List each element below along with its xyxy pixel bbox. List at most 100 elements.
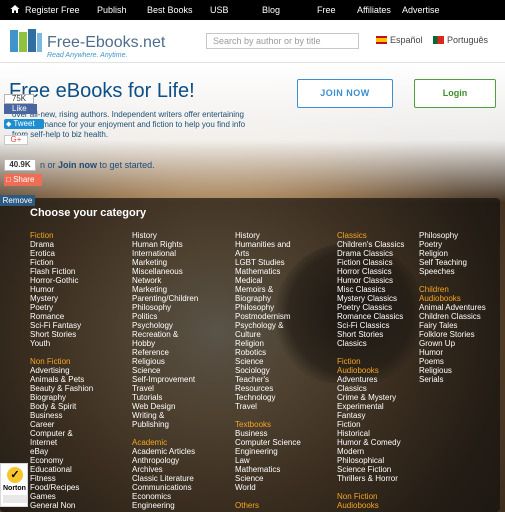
category-heading[interactable]: Textbooks bbox=[235, 420, 335, 429]
category-link[interactable]: Advertising bbox=[30, 366, 130, 375]
category-link[interactable]: Teacher's bbox=[235, 375, 335, 384]
category-link[interactable]: Business bbox=[30, 411, 130, 420]
category-link[interactable]: Humor & Comedy bbox=[337, 438, 437, 447]
category-link[interactable]: Internet bbox=[30, 438, 130, 447]
join-now-link[interactable]: Join now bbox=[58, 160, 97, 170]
category-link[interactable]: Computer Science bbox=[235, 438, 335, 447]
category-link[interactable]: Grown Up bbox=[419, 339, 505, 348]
category-link[interactable]: Games bbox=[30, 492, 130, 501]
category-link[interactable]: Thrillers & Horror bbox=[337, 474, 437, 483]
category-heading[interactable]: Non Fiction bbox=[337, 492, 437, 501]
category-link[interactable]: Mathematics bbox=[235, 267, 335, 276]
category-link[interactable]: Classics bbox=[337, 384, 437, 393]
category-link[interactable]: Educational bbox=[30, 465, 130, 474]
nav-advertise[interactable]: Advertise bbox=[402, 5, 440, 15]
category-link[interactable]: Fantasy bbox=[337, 411, 437, 420]
category-link[interactable]: Recreation & bbox=[132, 330, 232, 339]
category-link[interactable]: Human Rights bbox=[132, 240, 232, 249]
category-link[interactable]: Religion bbox=[235, 339, 335, 348]
category-link[interactable]: Culture bbox=[235, 330, 335, 339]
facebook-like-button[interactable]: Like bbox=[4, 104, 37, 114]
category-link[interactable]: Sociology bbox=[235, 366, 335, 375]
category-link[interactable]: Science bbox=[235, 357, 335, 366]
nav-best-books[interactable]: Best Books bbox=[147, 5, 193, 15]
category-link[interactable]: Religion bbox=[419, 249, 505, 258]
category-link[interactable]: Engineering bbox=[132, 501, 232, 510]
category-link[interactable]: Science bbox=[132, 366, 232, 375]
google-plus-button[interactable]: G+ bbox=[4, 135, 28, 145]
category-link[interactable]: Humor bbox=[419, 348, 505, 357]
category-link[interactable]: Fitness bbox=[30, 474, 130, 483]
login-button[interactable]: Login bbox=[414, 79, 496, 108]
category-link[interactable]: Biography bbox=[30, 393, 130, 402]
category-link[interactable]: Self Teaching bbox=[419, 258, 505, 267]
category-heading[interactable]: Others bbox=[235, 501, 335, 510]
category-link[interactable]: Psychology & bbox=[235, 321, 335, 330]
category-link[interactable]: Parenting/Children bbox=[132, 294, 232, 303]
category-link[interactable]: Food/Recipes bbox=[30, 483, 130, 492]
nav-affiliates[interactable]: Affiliates bbox=[357, 5, 391, 15]
category-link[interactable]: Reference bbox=[132, 348, 232, 357]
category-link[interactable]: General Non bbox=[30, 501, 130, 510]
category-link[interactable]: Career bbox=[30, 420, 130, 429]
category-heading[interactable]: Children bbox=[419, 285, 505, 294]
category-link[interactable]: Mystery bbox=[30, 294, 130, 303]
category-link[interactable]: Mathematics bbox=[235, 465, 335, 474]
category-link[interactable]: Poetry bbox=[419, 240, 505, 249]
category-link[interactable]: Religious bbox=[419, 366, 505, 375]
category-link[interactable]: Self-Improvement bbox=[132, 375, 232, 384]
category-link[interactable]: Tutorials bbox=[132, 393, 232, 402]
category-link[interactable]: Flash Fiction bbox=[30, 267, 130, 276]
category-link[interactable]: Romance bbox=[30, 312, 130, 321]
category-heading[interactable]: Audiobooks bbox=[337, 501, 437, 510]
category-link[interactable]: Drama bbox=[30, 240, 130, 249]
category-link[interactable]: History bbox=[235, 231, 335, 240]
norton-security-badge[interactable]: ✓ Norton bbox=[0, 463, 28, 507]
category-link[interactable]: eBay bbox=[30, 447, 130, 456]
category-link[interactable]: Youth bbox=[30, 339, 130, 348]
category-link[interactable]: Academic Articles bbox=[132, 447, 232, 456]
category-link[interactable]: Marketing bbox=[132, 258, 232, 267]
category-link[interactable]: Philosophy bbox=[235, 303, 335, 312]
category-link[interactable]: Humanities and bbox=[235, 240, 335, 249]
category-link[interactable]: Travel bbox=[132, 384, 232, 393]
home-icon[interactable] bbox=[10, 4, 20, 16]
category-link[interactable]: Economy bbox=[30, 456, 130, 465]
category-link[interactable]: Humor bbox=[30, 285, 130, 294]
category-heading[interactable]: Non Fiction bbox=[30, 357, 130, 366]
category-link[interactable]: Philosophical bbox=[337, 456, 437, 465]
category-link[interactable]: Postmodernism bbox=[235, 312, 335, 321]
category-link[interactable]: Short Stories bbox=[30, 330, 130, 339]
category-link[interactable]: Modern bbox=[337, 447, 437, 456]
category-link[interactable]: Experimental bbox=[337, 402, 437, 411]
category-heading[interactable]: Audiobooks bbox=[419, 294, 505, 303]
category-heading[interactable]: Academic bbox=[132, 438, 232, 447]
category-link[interactable]: Arts bbox=[235, 249, 335, 258]
category-link[interactable]: Science Fiction bbox=[337, 465, 437, 474]
category-link[interactable]: Science bbox=[235, 474, 335, 483]
site-logo[interactable]: Free-Ebooks.net Read Anywhere. Anytime. bbox=[9, 27, 165, 60]
category-link[interactable]: Horror-Gothic bbox=[30, 276, 130, 285]
category-link[interactable]: Politics bbox=[132, 312, 232, 321]
nav-usb[interactable]: USB bbox=[210, 5, 229, 15]
category-link[interactable]: Medical bbox=[235, 276, 335, 285]
category-link[interactable]: Resources bbox=[235, 384, 335, 393]
category-link[interactable]: Poems bbox=[419, 357, 505, 366]
category-link[interactable]: Robotics bbox=[235, 348, 335, 357]
category-link[interactable]: Fiction bbox=[337, 420, 437, 429]
category-link[interactable]: Law bbox=[235, 456, 335, 465]
category-link[interactable]: Historical bbox=[337, 429, 437, 438]
category-link[interactable]: Engineering bbox=[235, 447, 335, 456]
category-link[interactable]: Computer & bbox=[30, 429, 130, 438]
category-link[interactable]: Fiction bbox=[30, 258, 130, 267]
category-link[interactable]: Business bbox=[235, 429, 335, 438]
category-link[interactable]: Speeches bbox=[419, 267, 505, 276]
category-link[interactable]: Network bbox=[132, 276, 232, 285]
category-link[interactable]: Memoirs & bbox=[235, 285, 335, 294]
category-link[interactable]: Writing & bbox=[132, 411, 232, 420]
category-link[interactable]: Web Design bbox=[132, 402, 232, 411]
join-now-button[interactable]: JOIN NOW bbox=[297, 79, 393, 108]
category-link[interactable]: Miscellaneous bbox=[132, 267, 232, 276]
category-link[interactable]: Marketing bbox=[132, 285, 232, 294]
category-link[interactable]: Archives bbox=[132, 465, 232, 474]
